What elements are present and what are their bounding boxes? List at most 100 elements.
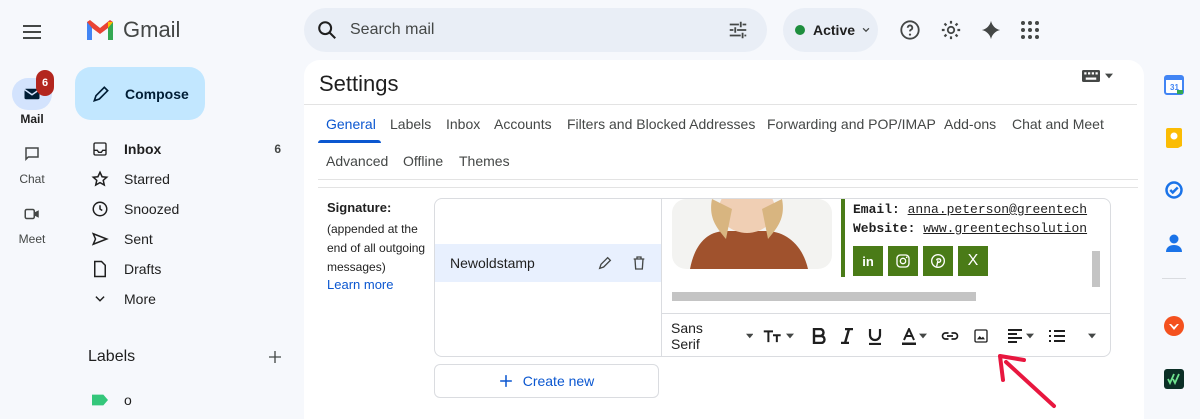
nav-drafts[interactable]: Drafts	[76, 254, 296, 284]
send-icon	[91, 232, 109, 246]
tab-inbox[interactable]: Inbox	[446, 116, 480, 132]
rail-chat[interactable]: Chat	[0, 138, 64, 186]
settings-button[interactable]	[940, 19, 962, 41]
inbox-icon	[93, 142, 107, 156]
nav-inbox[interactable]: Inbox 6	[76, 134, 296, 164]
x-icon[interactable]: X	[958, 246, 988, 276]
keep-icon	[1166, 128, 1182, 148]
linkedin-icon[interactable]: in	[853, 246, 883, 276]
underline-icon	[868, 328, 882, 345]
tab-offline[interactable]: Offline	[403, 153, 443, 169]
insert-link-button[interactable]	[941, 331, 959, 341]
status-selector[interactable]: Active	[783, 8, 878, 52]
nav-label-o-text: o	[124, 392, 132, 408]
bold-button[interactable]	[812, 328, 826, 344]
edit-signature-name-button[interactable]	[597, 255, 613, 271]
horizontal-scrollbar[interactable]	[672, 292, 976, 301]
chat-icon	[25, 147, 39, 162]
signature-description-line: messages)	[327, 260, 386, 274]
tab-filters[interactable]: Filters and Blocked Addresses	[567, 116, 755, 132]
apps-button[interactable]	[1020, 20, 1040, 40]
more-formatting-button[interactable]	[1088, 332, 1096, 340]
nav-starred[interactable]: Starred	[76, 164, 296, 194]
font-size-select[interactable]	[763, 328, 794, 344]
tab-accounts[interactable]: Accounts	[494, 116, 552, 132]
video-icon	[24, 208, 39, 220]
create-new-signature-button[interactable]: Create new	[434, 364, 659, 398]
add-label-button[interactable]	[267, 349, 283, 365]
calendar-app-button[interactable]: 31	[1163, 74, 1185, 96]
tab-themes[interactable]: Themes	[459, 153, 510, 169]
gmail-logo[interactable]: Gmail	[85, 17, 180, 43]
divider	[318, 187, 1138, 188]
signature-label: Signature:	[327, 200, 392, 215]
help-icon	[900, 20, 920, 40]
italic-button[interactable]	[840, 328, 854, 344]
rail-meet-label: Meet	[18, 232, 46, 246]
search-options-button[interactable]	[727, 19, 749, 41]
gemini-button[interactable]	[980, 19, 1002, 41]
annotation-arrow-icon	[992, 350, 1062, 412]
font-family-select[interactable]: Sans Serif	[671, 320, 753, 352]
draft-icon	[94, 260, 106, 278]
nav-label-o[interactable]: o	[76, 385, 296, 415]
nav-more-label: More	[124, 291, 156, 307]
input-tools-button[interactable]	[1082, 70, 1113, 82]
newoldstamp-addon-button[interactable]	[1163, 368, 1185, 390]
underline-button[interactable]	[868, 328, 882, 345]
keep-app-button[interactable]	[1163, 127, 1185, 149]
plus-icon	[499, 375, 512, 387]
divider	[1162, 278, 1186, 279]
active-tab-indicator	[318, 140, 381, 143]
caret-down-icon	[1026, 333, 1034, 339]
social-links: in X	[853, 246, 993, 276]
signature-list-item[interactable]: Newoldstamp	[435, 244, 661, 282]
tab-chat-meet[interactable]: Chat and Meet	[1012, 116, 1104, 132]
delete-signature-button[interactable]	[631, 255, 647, 271]
caret-down-icon	[919, 333, 927, 339]
keyboard-icon	[1082, 70, 1100, 82]
label-tag-icon	[92, 394, 108, 406]
pinterest-icon[interactable]	[923, 246, 953, 276]
apps-grid-icon	[1021, 21, 1039, 39]
search-icon[interactable]	[316, 19, 338, 41]
nav-sent[interactable]: Sent	[76, 224, 296, 254]
rail-meet[interactable]: Meet	[0, 198, 64, 246]
bold-icon	[812, 328, 826, 344]
tab-labels[interactable]: Labels	[390, 116, 431, 132]
learn-more-link[interactable]: Learn more	[327, 277, 393, 292]
nav-more[interactable]: More	[76, 284, 296, 314]
support-button[interactable]	[899, 19, 921, 41]
text-size-icon	[763, 330, 781, 343]
status-label: Active	[813, 22, 856, 38]
tab-advanced[interactable]: Advanced	[326, 153, 388, 169]
signature-description-line: end of all outgoing	[327, 241, 426, 255]
addon-button[interactable]	[1163, 315, 1185, 337]
email-value[interactable]: anna.peterson@greentech	[908, 202, 1087, 217]
numbered-list-icon	[1049, 330, 1065, 342]
divider	[304, 104, 1137, 105]
nav-snoozed[interactable]: Snoozed	[76, 194, 296, 224]
numbered-list-button[interactable]	[1048, 329, 1066, 343]
tab-forwarding[interactable]: Forwarding and POP/IMAP	[767, 116, 936, 132]
compose-label: Compose	[125, 85, 189, 102]
website-value[interactable]: www.greentechsolution	[923, 221, 1087, 236]
instagram-icon[interactable]	[888, 246, 918, 276]
insert-image-button[interactable]	[973, 328, 989, 344]
create-new-label: Create new	[522, 373, 595, 389]
tab-general[interactable]: General	[326, 116, 376, 132]
link-icon	[941, 332, 959, 340]
vertical-scrollbar[interactable]	[1092, 251, 1100, 287]
contacts-app-button[interactable]	[1163, 232, 1185, 254]
compose-button[interactable]: Compose	[75, 67, 205, 120]
plus-icon	[269, 351, 281, 363]
rail-mail[interactable]: 6 Mail	[0, 70, 64, 126]
tasks-app-button[interactable]	[1163, 179, 1185, 201]
search-bar[interactable]: Search mail	[304, 8, 767, 52]
align-button[interactable]	[1007, 329, 1034, 343]
tab-addons[interactable]: Add-ons	[944, 116, 996, 132]
text-color-button[interactable]	[902, 327, 927, 345]
main-menu-button[interactable]	[20, 20, 44, 44]
search-input[interactable]: Search mail	[350, 21, 727, 39]
calendar-icon: 31	[1164, 75, 1184, 95]
